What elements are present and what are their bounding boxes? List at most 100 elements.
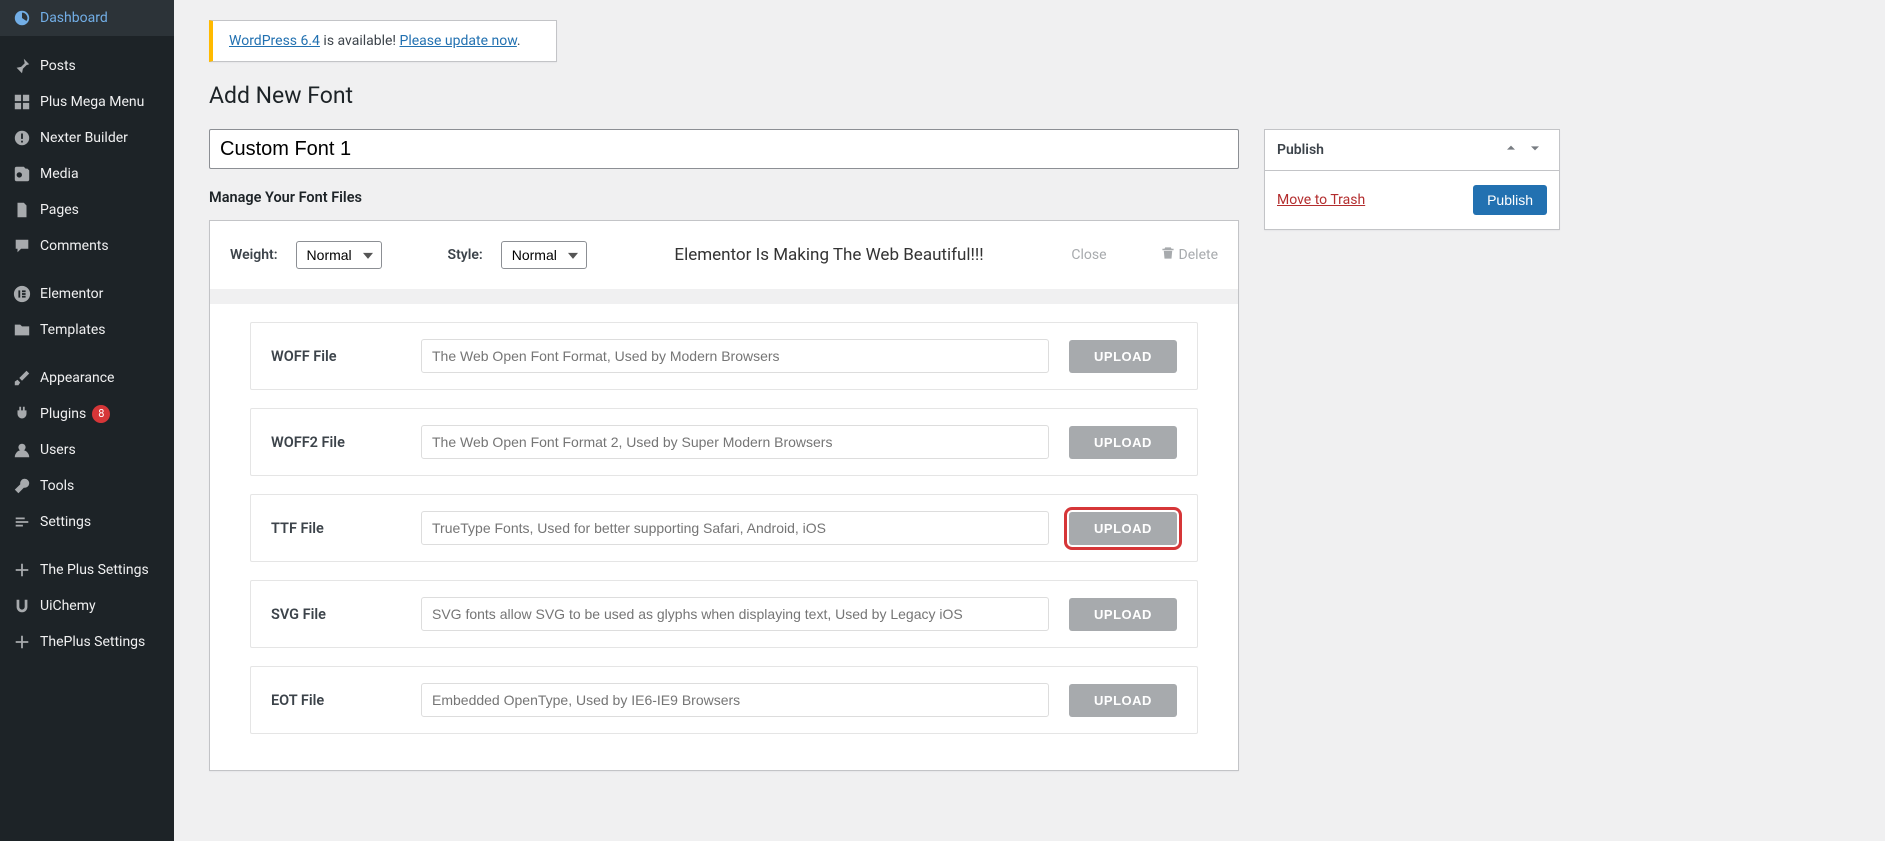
sidebar-item-label: Settings	[40, 514, 91, 530]
chevron-down-icon[interactable]	[1523, 140, 1547, 160]
comment-icon	[12, 236, 32, 256]
upload-button[interactable]: UPLOAD	[1069, 512, 1177, 545]
sidebar-item-settings[interactable]: Settings	[0, 504, 174, 540]
file-row: TTF File UPLOAD	[250, 494, 1198, 562]
page-title: Add New Font	[209, 82, 1850, 109]
sidebar-item-appearance[interactable]: Appearance	[0, 360, 174, 396]
sidebar-item-label: Pages	[40, 202, 79, 218]
sidebar-item-media[interactable]: Media	[0, 156, 174, 192]
upload-button[interactable]: UPLOAD	[1069, 684, 1177, 717]
sidebar-item-label: Tools	[40, 478, 74, 494]
user-icon	[12, 440, 32, 460]
section-label: Manage Your Font Files	[209, 189, 1239, 206]
file-type-label: TTF File	[271, 520, 401, 537]
folder-icon	[12, 320, 32, 340]
publish-button[interactable]: Publish	[1473, 185, 1547, 215]
update-now-link[interactable]: Please update now	[400, 33, 517, 49]
file-path-input[interactable]	[421, 597, 1049, 631]
trash-icon	[1161, 246, 1175, 264]
sidebar-item-label: Media	[40, 166, 79, 182]
pin-icon	[12, 56, 32, 76]
sidebar-item-label: Appearance	[40, 370, 114, 386]
file-type-label: SVG File	[271, 606, 401, 623]
sidebar-item-templates[interactable]: Templates	[0, 312, 174, 348]
file-type-label: WOFF File	[271, 348, 401, 365]
style-select[interactable]: Normal	[501, 241, 587, 269]
font-title-input[interactable]	[209, 129, 1239, 169]
sidebar-item-label: Comments	[40, 238, 109, 254]
file-type-label: WOFF2 File	[271, 434, 401, 451]
notice-text-mid: is available!	[320, 33, 400, 49]
file-path-input[interactable]	[421, 339, 1049, 373]
alert-icon	[12, 128, 32, 148]
file-row: WOFF File UPLOAD	[250, 322, 1198, 390]
sidebar-item-users[interactable]: Users	[0, 432, 174, 468]
font-variation-controls: Weight: Normal Style: Normal	[210, 221, 1238, 304]
theplus-icon	[12, 632, 32, 652]
file-type-label: EOT File	[271, 692, 401, 709]
update-notice: WordPress 6.4 is available! Please updat…	[209, 20, 557, 62]
font-preview-text: Elementor Is Making The Web Beautiful!!!	[605, 245, 1054, 265]
sidebar-item-pages[interactable]: Pages	[0, 192, 174, 228]
sidebar-item-label: Elementor	[40, 286, 103, 302]
sidebar-item-plus-mega-menu[interactable]: Plus Mega Menu	[0, 84, 174, 120]
media-icon	[12, 164, 32, 184]
sidebar-item-nexter-builder[interactable]: Nexter Builder	[0, 120, 174, 156]
publish-box: Publish Move to Trash Publish	[1264, 129, 1560, 230]
sidebar-item-theplus-settings[interactable]: ThePlus Settings	[0, 624, 174, 660]
sidebar-item-label: Posts	[40, 58, 76, 74]
style-label: Style:	[448, 247, 483, 263]
plugin-icon	[12, 404, 32, 424]
sidebar-item-label: Users	[40, 442, 76, 458]
sidebar-item-comments[interactable]: Comments	[0, 228, 174, 264]
sidebar-item-label: Dashboard	[40, 10, 108, 26]
settings-icon	[12, 512, 32, 532]
file-path-input[interactable]	[421, 425, 1049, 459]
elementor-icon	[12, 284, 32, 304]
sidebar-item-posts[interactable]: Posts	[0, 48, 174, 84]
file-path-input[interactable]	[421, 511, 1049, 545]
sidebar-item-label: ThePlus Settings	[40, 634, 145, 650]
font-files-panel: Weight: Normal Style: Normal	[209, 220, 1239, 771]
sidebar-item-label: Plus Mega Menu	[40, 94, 144, 110]
page-icon	[12, 200, 32, 220]
uichemy-icon	[12, 596, 32, 616]
weight-label: Weight:	[230, 247, 278, 263]
move-to-trash-link[interactable]: Move to Trash	[1277, 192, 1365, 208]
file-row: WOFF2 File UPLOAD	[250, 408, 1198, 476]
delete-label: Delete	[1179, 247, 1218, 263]
upload-button[interactable]: UPLOAD	[1069, 340, 1177, 373]
publish-box-header: Publish	[1265, 130, 1559, 171]
file-path-input[interactable]	[421, 683, 1049, 717]
tools-icon	[12, 476, 32, 496]
notice-text-tail: .	[517, 33, 521, 49]
main-content: WordPress 6.4 is available! Please updat…	[174, 0, 1885, 841]
delete-button[interactable]: Delete	[1161, 246, 1218, 264]
sidebar-item-tools[interactable]: Tools	[0, 468, 174, 504]
close-button[interactable]: Close	[1071, 247, 1106, 263]
chevron-up-icon[interactable]	[1499, 140, 1523, 160]
publish-box-title: Publish	[1277, 142, 1499, 158]
wp-version-link[interactable]: WordPress 6.4	[229, 33, 320, 49]
upload-button[interactable]: UPLOAD	[1069, 426, 1177, 459]
dashboard-icon	[12, 8, 32, 28]
sidebar-item-label: Plugins	[40, 406, 86, 422]
sidebar-item-plugins[interactable]: Plugins 8	[0, 396, 174, 432]
file-row: SVG File UPLOAD	[250, 580, 1198, 648]
weight-select[interactable]: Normal	[296, 241, 382, 269]
sidebar-item-the-plus-settings[interactable]: The Plus Settings	[0, 552, 174, 588]
plugins-badge: 8	[92, 405, 110, 423]
sidebar-item-uichemy[interactable]: UiChemy	[0, 588, 174, 624]
admin-sidebar: Dashboard Posts Plus Mega Menu Nexter Bu…	[0, 0, 174, 841]
sidebar-item-label: Nexter Builder	[40, 130, 128, 146]
brush-icon	[12, 368, 32, 388]
sidebar-item-dashboard[interactable]: Dashboard	[0, 0, 174, 36]
plus-settings-icon	[12, 560, 32, 580]
sidebar-item-label: UiChemy	[40, 598, 96, 614]
sidebar-item-label: Templates	[40, 322, 106, 338]
upload-button[interactable]: UPLOAD	[1069, 598, 1177, 631]
grid-icon	[12, 92, 32, 112]
sidebar-item-elementor[interactable]: Elementor	[0, 276, 174, 312]
file-row: EOT File UPLOAD	[250, 666, 1198, 734]
sidebar-item-label: The Plus Settings	[40, 562, 149, 578]
